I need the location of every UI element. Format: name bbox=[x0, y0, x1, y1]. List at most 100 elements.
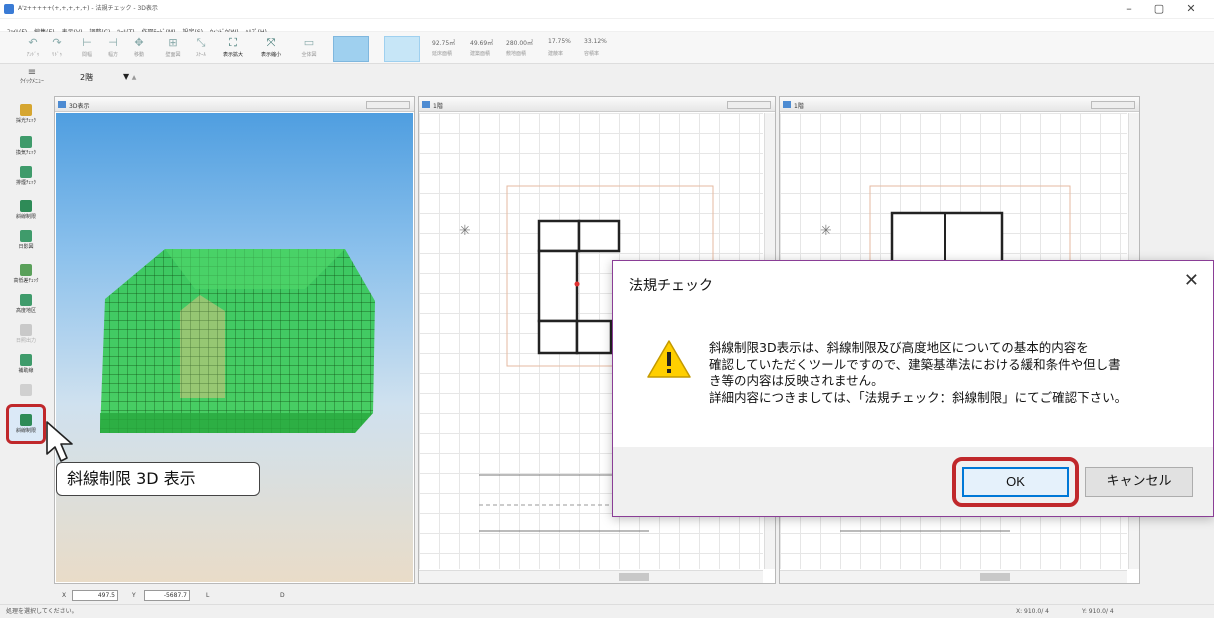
status-grid-x: X: 910.0/ 4 bbox=[1016, 608, 1049, 615]
width-button[interactable]: ⊣ 幅方 bbox=[100, 34, 126, 62]
mouse-pointer-icon bbox=[46, 421, 73, 462]
quick-menu-label: ｸｲｯｸﾒﾆｭｰ bbox=[19, 78, 44, 85]
slant-3d-icon bbox=[20, 414, 32, 426]
zoom-out-button[interactable]: ⤧ 表示縮小 bbox=[258, 34, 284, 62]
pane-3d-header: 3D表示 bbox=[55, 97, 414, 112]
palette-height-check[interactable]: 高低差ﾁｪｯｸ bbox=[6, 262, 46, 290]
stat-label-4: 容積率 bbox=[584, 51, 600, 57]
spacing-button[interactable]: ⊢ 間幅 bbox=[74, 34, 100, 62]
north-marker: ✳ bbox=[459, 223, 471, 239]
wall-view-button[interactable]: ⊞ 壁面図 bbox=[160, 34, 186, 62]
select-tool-button[interactable] bbox=[333, 36, 369, 62]
palette-ventilation-check[interactable]: 換気ﾁｪｯｸ bbox=[6, 134, 46, 162]
pane-plan-2-header: 1階 bbox=[780, 97, 1139, 112]
horizontal-scrollbar[interactable] bbox=[780, 570, 1127, 583]
pane-plan-1-header: 1階 bbox=[419, 97, 775, 112]
smoke-icon bbox=[20, 166, 32, 178]
y-label: Y bbox=[132, 592, 136, 599]
pane-plan-1-title: 1階 bbox=[433, 103, 443, 110]
north-marker: ✳ bbox=[820, 223, 832, 239]
daylight-icon bbox=[20, 104, 32, 116]
full-view-icon: ▭ bbox=[303, 36, 315, 49]
coordinate-bar bbox=[52, 588, 1214, 603]
dialog-message: 斜線制限3D表示は、斜線制限及び高度地区についての基本的内容を 確認していただく… bbox=[709, 340, 1189, 406]
window-icon bbox=[783, 101, 791, 108]
close-window-button[interactable]: ✕ bbox=[1180, 2, 1202, 16]
floor-select[interactable]: 2階 bbox=[80, 72, 93, 83]
pane-window-buttons[interactable] bbox=[366, 101, 410, 109]
floor-dropdown-icon[interactable]: ▼ ▲ bbox=[123, 72, 136, 81]
quick-menu-button[interactable]: ≡ ｸｲｯｸﾒﾆｭｰ bbox=[10, 67, 54, 91]
stat-label-1: 建築面積 bbox=[470, 51, 491, 57]
dialog-close-button[interactable]: ✕ bbox=[1184, 270, 1199, 291]
undo-button[interactable]: ↶ ｱﾝﾄﾞｩ bbox=[20, 34, 46, 62]
window-title: A'z+++++(+,+,+,+,+) - 法規チェック - 3D表示 bbox=[18, 5, 158, 12]
palette-smoke-check[interactable]: 排煙ﾁｪｯｸ bbox=[6, 164, 46, 192]
dialog-message-line: き等の内容は反映されません。 bbox=[709, 373, 884, 388]
wall-icon: ⊞ bbox=[168, 36, 178, 49]
district-icon bbox=[20, 294, 32, 306]
spacing-icon: ⊢ bbox=[82, 36, 92, 49]
x-coordinate-input[interactable]: 497.5 bbox=[72, 590, 118, 601]
width-icon: ⊣ bbox=[108, 36, 118, 49]
slant-limit-3d-model bbox=[100, 249, 375, 433]
pane-window-buttons[interactable] bbox=[727, 101, 771, 109]
stat-total-floor: 92.75㎡ bbox=[432, 40, 456, 47]
palette-slant-3d[interactable]: 斜線制限 bbox=[6, 412, 46, 440]
palette-disabled bbox=[6, 382, 46, 410]
select-mode-button[interactable] bbox=[384, 36, 420, 62]
app-window: A'z+++++(+,+,+,+,+) - 法規チェック - 3D表示 – ▢ … bbox=[0, 0, 1214, 618]
minimize-button[interactable]: – bbox=[1118, 2, 1140, 16]
redo-button[interactable]: ↷ ﾘﾄﾞｩ bbox=[44, 34, 70, 62]
maximize-button[interactable]: ▢ bbox=[1148, 2, 1170, 16]
status-bar: 処理を選択してください。 X: 910.0/ 4 Y: 910.0/ 4 bbox=[0, 604, 1214, 618]
redo-icon: ↷ bbox=[52, 36, 62, 49]
x-label: X bbox=[62, 592, 67, 599]
stat-coverage: 17.75% bbox=[548, 38, 571, 45]
scale-button[interactable]: ⤡ ｽｹｰﾙ bbox=[188, 34, 214, 62]
status-grid-y: Y: 910.0/ 4 bbox=[1082, 608, 1114, 615]
callout-label: 斜線制限 3D 表示 bbox=[56, 462, 260, 496]
app-icon bbox=[4, 4, 14, 14]
d-label: D bbox=[280, 592, 285, 599]
move-button[interactable]: ✥ 移動 bbox=[126, 34, 152, 62]
ventilation-icon bbox=[20, 136, 32, 148]
stat-label-3: 建蔽率 bbox=[548, 51, 564, 57]
move-icon: ✥ bbox=[134, 36, 144, 49]
pane-window-buttons[interactable] bbox=[1091, 101, 1135, 109]
warning-icon bbox=[647, 340, 691, 378]
ok-button[interactable]: OK bbox=[962, 467, 1069, 497]
y-coordinate-input[interactable]: -5687.7 bbox=[144, 590, 190, 601]
palette-aux-line[interactable]: 補助線 bbox=[6, 352, 46, 380]
stat-label-2: 敷地面積 bbox=[506, 51, 527, 57]
full-view-button[interactable]: ▭ 全体図 bbox=[296, 34, 322, 62]
window-icon bbox=[422, 101, 430, 108]
pane-3d[interactable]: 3D表示 bbox=[54, 96, 415, 584]
stat-building-area: 49.69㎡ bbox=[470, 40, 494, 47]
dialog-message-line: 斜線制限3D表示は、斜線制限及び高度地区についての基本的内容を bbox=[709, 340, 1089, 355]
zoom-in-button[interactable]: ⛶ 表示拡大 bbox=[220, 34, 246, 62]
zoom-out-icon: ⤧ bbox=[266, 36, 276, 49]
scale-icon: ⤡ bbox=[196, 36, 206, 49]
floor-row bbox=[0, 65, 1214, 91]
zoom-in-icon: ⛶ bbox=[229, 36, 237, 49]
stat-site-area: 280.00㎡ bbox=[506, 40, 533, 47]
window-icon bbox=[58, 101, 66, 108]
slant-icon bbox=[20, 200, 32, 212]
sun-output-icon bbox=[20, 324, 32, 336]
shadow-icon bbox=[20, 230, 32, 242]
pane-3d-title: 3D表示 bbox=[69, 103, 90, 110]
stat-far: 33.12% bbox=[584, 38, 607, 45]
palette-sun-output: 日照出力 bbox=[6, 322, 46, 350]
palette-daylight-check[interactable]: 採光ﾁｪｯｸ bbox=[6, 102, 46, 130]
cancel-button[interactable]: キャンセル bbox=[1085, 467, 1193, 497]
palette-shadow[interactable]: 日影図 bbox=[6, 228, 46, 256]
dialog-message-line: 詳細内容につきましては、「法規チェック：斜線制限」にてご確認下さい。 bbox=[709, 389, 1128, 405]
l-label: L bbox=[206, 592, 210, 599]
palette-slant-limit[interactable]: 斜線制限 bbox=[6, 198, 46, 226]
horizontal-scrollbar[interactable] bbox=[419, 570, 763, 583]
aux-line-icon bbox=[20, 354, 32, 366]
height-icon bbox=[20, 264, 32, 276]
palette-height-district[interactable]: 高度地区 bbox=[6, 292, 46, 320]
title-bar: A'z+++++(+,+,+,+,+) - 法規チェック - 3D表示 – ▢ … bbox=[0, 0, 1214, 18]
